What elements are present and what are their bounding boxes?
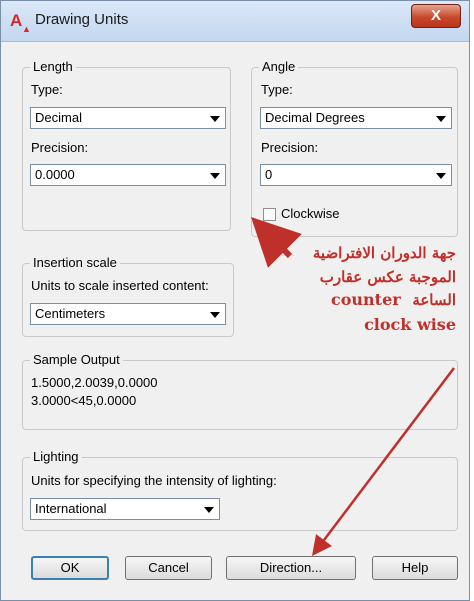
annotation-line-2: الموجبة عكس عقارب: [319, 268, 456, 286]
annotation-saa: الساعة: [412, 291, 456, 309]
annotation-counter: counter: [331, 290, 401, 309]
annotation-line-3: counter الساعة: [300, 290, 456, 309]
arrow-to-direction-button: [311, 367, 455, 556]
annotation-line-1: جهة الدوران الافتراضية: [312, 244, 456, 262]
annotation-line-4: clock wise: [364, 315, 456, 334]
